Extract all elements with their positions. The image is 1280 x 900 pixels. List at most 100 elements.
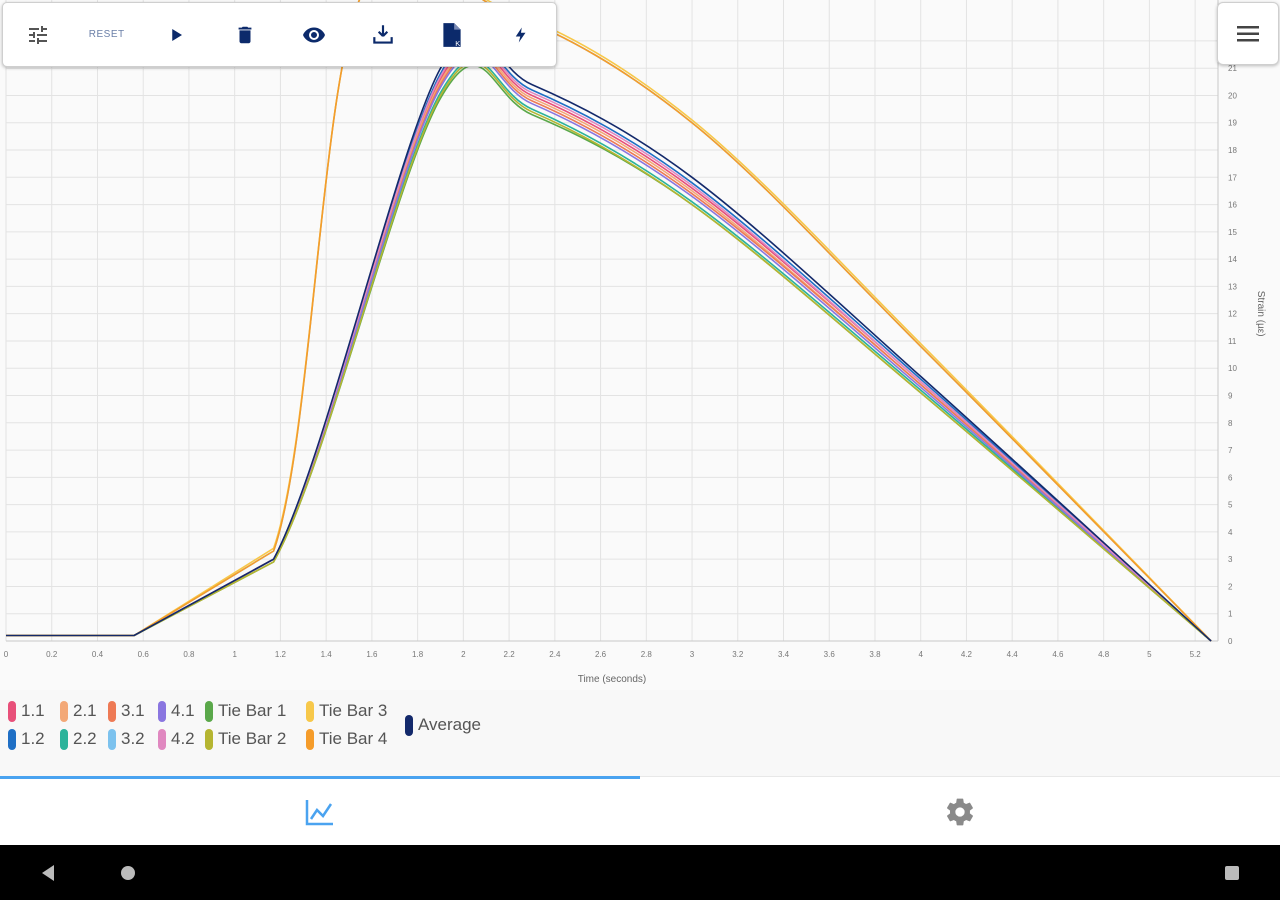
play-button[interactable] (141, 3, 210, 66)
view-button[interactable] (280, 3, 349, 66)
x-tick-label: 2.8 (641, 650, 653, 659)
legend-label: Tie Bar 4 (319, 729, 388, 748)
line-chart-icon (305, 799, 333, 825)
y-tick-label: 7 (1228, 446, 1233, 455)
x-tick-label: 0.4 (92, 650, 104, 659)
legend-swatch (405, 714, 413, 736)
y-tick-label: 12 (1228, 310, 1237, 319)
tab-settings[interactable] (640, 777, 1280, 846)
legend-item-tie-bar-3[interactable]: Tie Bar 3 (306, 699, 387, 723)
legend-label: 3.2 (121, 729, 145, 748)
legend-label: 2.2 (73, 729, 97, 748)
sliders-icon (28, 25, 47, 44)
legend-label: 4.1 (171, 701, 195, 720)
strain-chart[interactable]: 0 0.2 0.4 0.6 0.8 1 1.2 1.4 1.6 1.8 2 2.2 2.4 2.6 2.8 3… (0, 0, 1280, 690)
download-button[interactable] (349, 3, 418, 66)
y-tick-label: 3 (1228, 555, 1233, 564)
x-tick-label: 0.8 (183, 650, 195, 659)
y-tick-label: 10 (1228, 364, 1237, 373)
svg-text:K: K (456, 38, 461, 47)
home-icon (121, 865, 135, 880)
series-line-tie-bar-1 (6, 64, 1212, 642)
trigger-button[interactable] (487, 3, 556, 66)
reset-button[interactable]: RESET (72, 3, 141, 66)
y-axis-label: Strain (µε) (1255, 291, 1266, 337)
legend-item-tie-bar-2[interactable]: Tie Bar 2 (205, 727, 286, 751)
legend-item-3-2[interactable]: 3.2 (108, 727, 145, 751)
trash-icon (238, 26, 252, 43)
x-tick-label: 1.6 (366, 650, 378, 659)
y-tick-label: 0 (1228, 637, 1233, 646)
legend-swatch (306, 728, 314, 750)
y-tick-label: 14 (1228, 255, 1237, 264)
legend-item-1-1[interactable]: 1.1 (8, 699, 45, 723)
y-tick-label: 17 (1228, 173, 1237, 182)
y-tick-label: 19 (1228, 119, 1237, 128)
back-button[interactable] (30, 845, 66, 900)
legend-item-2-1[interactable]: 2.1 (60, 699, 97, 723)
eye-icon (303, 27, 326, 42)
y-tick-label: 18 (1228, 146, 1237, 155)
series-line-3-1 (6, 50, 1212, 642)
legend-item-4-1[interactable]: 4.1 (158, 699, 195, 723)
y-tick-label: 15 (1228, 228, 1237, 237)
x-tick-label: 3 (690, 650, 695, 659)
legend-label: 4.2 (171, 729, 195, 748)
menu-button[interactable] (1217, 2, 1279, 65)
x-axis-label: Time (seconds) (578, 674, 647, 685)
legend-swatch (60, 728, 68, 750)
file-export-icon: K (443, 22, 461, 47)
recents-button[interactable] (1214, 845, 1250, 900)
legend-swatch (8, 728, 16, 750)
y-tick-label: 8 (1228, 419, 1233, 428)
legend-label: Average (418, 715, 482, 734)
y-tick-label: 6 (1228, 473, 1233, 482)
legend-label: Tie Bar 1 (218, 701, 287, 720)
filter-settings-button[interactable] (3, 3, 72, 66)
legend-label: 1.2 (21, 729, 45, 748)
y-tick-label: 1 (1228, 610, 1233, 619)
series-line-4-1 (6, 52, 1212, 642)
back-icon (42, 864, 54, 881)
series-line-tie-bar-3 (6, 0, 1212, 642)
legend-item-4-2[interactable]: 4.2 (158, 727, 195, 751)
x-tick-label: 3.4 (778, 650, 790, 659)
bottom-navigation (0, 776, 1280, 846)
x-tick-label: 3.8 (869, 650, 881, 659)
recents-icon (1225, 865, 1239, 880)
legend-item-2-2[interactable]: 2.2 (60, 727, 97, 751)
legend-item-1-2[interactable]: 1.2 (8, 727, 45, 751)
chart-svg[interactable]: 0 0.2 0.4 0.6 0.8 1 1.2 1.4 1.6 1.8 2 2.2 2.4 2.6 2.8 3… (0, 0, 1280, 690)
legend-item-average[interactable]: Average (405, 713, 481, 737)
export-file-button[interactable]: K (418, 3, 487, 66)
series-line-3-2 (6, 0, 1212, 642)
series-line-tie-bar-2 (6, 61, 1212, 642)
legend-swatch (158, 728, 166, 750)
delete-button[interactable] (210, 3, 279, 66)
legend-item-tie-bar-1[interactable]: Tie Bar 1 (205, 699, 286, 723)
series-line-4-2 (6, 41, 1212, 642)
legend-label: 1.1 (21, 701, 45, 720)
download-icon (373, 24, 393, 44)
system-navigation-bar (0, 845, 1280, 900)
hamburger-menu-icon (1237, 25, 1259, 41)
legend-label: Tie Bar 3 (319, 701, 388, 720)
x-tick-label: 2.4 (549, 650, 561, 659)
legend-item-3-1[interactable]: 3.1 (108, 699, 145, 723)
legend-item-tie-bar-4[interactable]: Tie Bar 4 (306, 727, 387, 751)
x-tick-label: 0 (4, 650, 9, 659)
x-tick-label: 2.2 (504, 650, 516, 659)
legend-swatch (108, 700, 116, 722)
x-tick-label: 0.6 (138, 650, 150, 659)
x-tick-label: 2 (461, 650, 466, 659)
home-button[interactable] (110, 845, 146, 900)
x-tick-label: 4.6 (1052, 650, 1064, 659)
reset-label: RESET (88, 29, 125, 40)
x-tick-label: 4.8 (1098, 650, 1110, 659)
legend-swatch (108, 728, 116, 750)
legend-swatch (8, 700, 16, 722)
x-tick-label: 2.6 (595, 650, 607, 659)
tab-chart[interactable] (0, 777, 640, 846)
y-tick-label: 16 (1228, 201, 1237, 210)
series-line-1-1 (6, 44, 1212, 642)
